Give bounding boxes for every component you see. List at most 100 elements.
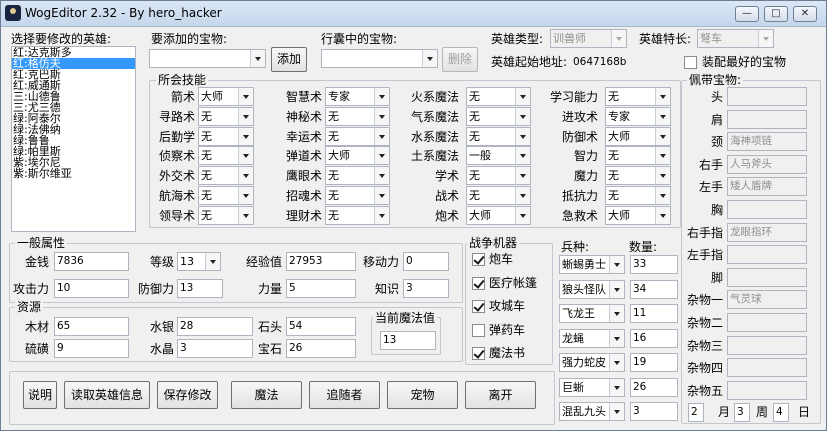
skill-level-select[interactable]: 无 bbox=[198, 146, 254, 166]
equip-slot-field[interactable] bbox=[727, 267, 807, 287]
skill-level-select[interactable]: 大师 bbox=[325, 146, 390, 166]
equip-slot-field[interactable] bbox=[727, 245, 807, 265]
skill-level-select[interactable]: 大师 bbox=[605, 205, 671, 225]
skill-level-select[interactable]: 无 bbox=[466, 186, 531, 205]
skill-level-select[interactable]: 无 bbox=[325, 166, 390, 186]
skill-level-select[interactable]: 无 bbox=[325, 205, 390, 225]
skill-level-select[interactable]: 无 bbox=[198, 106, 254, 126]
equip-slot-field[interactable] bbox=[727, 380, 807, 400]
troop-type-select[interactable]: 狼头怪队 bbox=[559, 279, 625, 299]
troop-count-field[interactable]: 19 bbox=[630, 353, 678, 372]
equip-slot-field[interactable]: 人马斧头 bbox=[727, 154, 807, 174]
defense-field[interactable]: 13 bbox=[177, 279, 223, 298]
exp-field[interactable]: 27953 bbox=[286, 252, 356, 271]
equip-slot-field[interactable]: 龙眼指环 bbox=[727, 222, 807, 242]
troop-type-select[interactable]: 龙蝇 bbox=[559, 328, 625, 348]
add-artifact-select[interactable] bbox=[149, 49, 266, 68]
war-machine-checkbox[interactable] bbox=[472, 347, 485, 360]
skill-level-select[interactable]: 专家 bbox=[605, 106, 671, 126]
equip-slot-field[interactable] bbox=[727, 358, 807, 378]
hero-type-select[interactable]: 训兽师 bbox=[550, 29, 627, 48]
equip-slot-field[interactable]: 矮人盾牌 bbox=[727, 177, 807, 197]
skill-level-select[interactable]: 无 bbox=[466, 106, 531, 126]
troop-type-select[interactable]: 强力蛇皮 bbox=[559, 353, 625, 372]
day-field[interactable]: 4 bbox=[773, 403, 789, 422]
ore-field[interactable]: 54 bbox=[286, 317, 356, 336]
sulfur-label: 硫磺 bbox=[24, 342, 49, 356]
gold-field[interactable]: 7836 bbox=[54, 252, 129, 271]
skill-level-select[interactable]: 无 bbox=[325, 106, 390, 126]
troop-count-field[interactable]: 34 bbox=[630, 279, 678, 299]
week-field[interactable]: 3 bbox=[734, 403, 750, 422]
troop-type-select[interactable]: 巨蜥 bbox=[559, 377, 625, 397]
power-field[interactable]: 5 bbox=[286, 279, 356, 298]
war-machine-checkbox[interactable] bbox=[472, 253, 485, 266]
troop-type-select[interactable]: 飞龙王 bbox=[559, 304, 625, 323]
skill-level-select[interactable]: 无 bbox=[605, 186, 671, 205]
hero-list[interactable]: 红:达克斯多 红:格仿夫 红:克巴斯 红:威通斯 三:山德鲁 三:尤三德 绿:阿泰尔 绿:法佛… bbox=[11, 46, 136, 232]
troop-count-field[interactable]: 11 bbox=[630, 304, 678, 323]
skill-level-select[interactable]: 专家 bbox=[325, 87, 390, 106]
skill-level-select[interactable]: 无 bbox=[605, 166, 671, 186]
skill-level-select[interactable]: 大师 bbox=[466, 205, 531, 225]
equip-slot-field[interactable]: 气灵球 bbox=[727, 290, 807, 310]
restore-button[interactable]: □ bbox=[764, 6, 788, 22]
add-button[interactable]: 添加 bbox=[271, 47, 307, 72]
war-machine-checkbox[interactable] bbox=[472, 276, 485, 290]
sulfur-field[interactable]: 9 bbox=[54, 339, 129, 358]
read-hero-button[interactable]: 读取英雄信息 bbox=[64, 381, 150, 409]
crystal-field[interactable]: 3 bbox=[177, 339, 253, 358]
skill-level-select[interactable]: 无 bbox=[198, 166, 254, 186]
month-field[interactable]: 2 bbox=[688, 403, 704, 422]
level-select[interactable]: 13 bbox=[177, 252, 221, 271]
equip-slot-field[interactable] bbox=[727, 335, 807, 355]
troop-count-field[interactable]: 26 bbox=[630, 377, 678, 397]
troop-count-field[interactable]: 3 bbox=[630, 402, 678, 421]
skill-level-select[interactable]: 大师 bbox=[198, 87, 254, 106]
skill-level-select[interactable]: 无 bbox=[605, 146, 671, 166]
gems-field[interactable]: 26 bbox=[286, 339, 356, 358]
skill-level-select[interactable]: 无 bbox=[198, 205, 254, 225]
war-machine-checkbox[interactable] bbox=[472, 300, 485, 313]
skill-level-select[interactable]: 无 bbox=[198, 126, 254, 146]
mercury-field[interactable]: 28 bbox=[177, 317, 253, 336]
bag-artifact-select[interactable] bbox=[321, 49, 438, 68]
equip-slot-field[interactable]: 海神项链 bbox=[727, 132, 807, 152]
save-button[interactable]: 保存修改 bbox=[157, 381, 218, 409]
equip-slot-field[interactable] bbox=[727, 313, 807, 332]
about-button[interactable]: 说明 bbox=[23, 381, 57, 409]
leave-button[interactable]: 离开 bbox=[465, 381, 536, 409]
magic-button[interactable]: 魔法 bbox=[231, 381, 302, 409]
skill-level-select[interactable]: 无 bbox=[198, 186, 254, 205]
delete-button[interactable]: 删除 bbox=[442, 47, 478, 72]
skill-level-select[interactable]: 无 bbox=[325, 126, 390, 146]
hero-specialty-select[interactable]: 弩车 bbox=[697, 29, 774, 48]
troop-count-field[interactable]: 33 bbox=[630, 255, 678, 274]
chevron-down-icon bbox=[515, 107, 530, 125]
pets-button[interactable]: 宠物 bbox=[387, 381, 458, 409]
best-artifact-checkbox[interactable] bbox=[684, 56, 697, 69]
move-field[interactable]: 0 bbox=[403, 252, 449, 271]
skill-level-select[interactable]: 无 bbox=[466, 166, 531, 186]
mana-field[interactable]: 13 bbox=[380, 331, 436, 350]
equip-slot-field[interactable] bbox=[727, 200, 807, 219]
attack-field[interactable]: 10 bbox=[54, 279, 129, 298]
troop-type-select[interactable]: 蜥蜴勇士 bbox=[559, 255, 625, 274]
skill-level-select[interactable]: 一般 bbox=[466, 146, 531, 166]
skill-level-select[interactable]: 无 bbox=[466, 126, 531, 146]
knowledge-field[interactable]: 3 bbox=[403, 279, 449, 298]
followers-button[interactable]: 追随者 bbox=[309, 381, 380, 409]
equip-slot-field[interactable] bbox=[727, 87, 807, 106]
skill-level-select[interactable]: 无 bbox=[325, 186, 390, 205]
skill-level-select[interactable]: 无 bbox=[605, 87, 671, 106]
troop-count-field[interactable]: 16 bbox=[630, 328, 678, 348]
skill-level-select[interactable]: 大师 bbox=[605, 126, 671, 146]
hero-list-item[interactable]: 紫:斯尔维亚 bbox=[12, 168, 135, 179]
wood-field[interactable]: 65 bbox=[54, 317, 129, 336]
equip-slot-field[interactable] bbox=[727, 109, 807, 129]
close-button[interactable]: ✕ bbox=[793, 6, 817, 22]
minimize-button[interactable]: — bbox=[735, 6, 759, 22]
skill-level-select[interactable]: 无 bbox=[466, 87, 531, 106]
war-machine-checkbox[interactable] bbox=[472, 323, 485, 337]
troop-type-select[interactable]: 混乱九头 bbox=[559, 402, 625, 421]
